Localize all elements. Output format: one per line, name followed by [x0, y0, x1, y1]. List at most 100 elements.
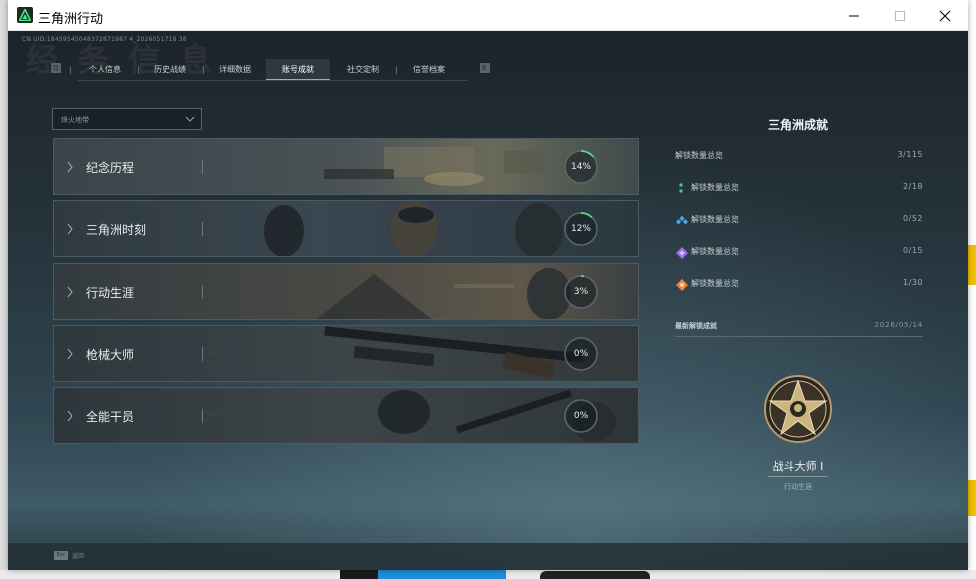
blue-tier-icon [676, 215, 688, 225]
category-background-image [54, 139, 638, 194]
category-faint-text: · · · [210, 225, 220, 232]
uid-text: CN UID:18459545048372871987 4_2026051718… [22, 36, 187, 43]
progress-percent: 12% [570, 224, 591, 234]
panel-title: 三角洲成就 [767, 118, 828, 132]
stat-value: 2/18 [903, 182, 923, 191]
desktop-background-element [540, 571, 650, 579]
stat-label: 解锁数量总览 [691, 183, 739, 192]
medal-category: 行动生涯 [784, 483, 812, 491]
close-button[interactable] [922, 0, 968, 31]
category-faint-text: · · · [210, 350, 220, 357]
chevron-right-icon [67, 286, 73, 298]
stat-label: 解锁数量总览 [675, 151, 723, 160]
stat-value: 0/15 [903, 246, 923, 255]
progress-percent: 3% [573, 287, 589, 297]
achievement-category-card[interactable]: 三角洲时刻 · · · 12% [53, 200, 639, 257]
tab-personal-info[interactable]: 个人信息 [78, 59, 132, 81]
esc-key-badge[interactable]: Esc [54, 551, 68, 560]
title-bar[interactable]: 三角洲行动 [8, 0, 968, 31]
medal-name: 战斗大师 I [772, 460, 824, 473]
category-faint-text: · · · [210, 288, 220, 295]
progress-percent: 0% [573, 349, 589, 359]
back-label[interactable]: 返回 [72, 551, 84, 560]
chevron-right-icon [67, 223, 73, 235]
minimize-icon [849, 15, 859, 17]
stat-label: 解锁数量总览 [691, 215, 739, 224]
category-name: 纪念历程 [86, 161, 135, 175]
purple-tier-icon [676, 247, 688, 259]
green-tier-icon [679, 183, 683, 193]
tab-underline [78, 80, 468, 81]
chevron-right-icon [67, 161, 73, 173]
tab-divider [138, 66, 139, 74]
category-divider [202, 222, 203, 236]
stat-label: 解锁数量总览 [691, 279, 739, 288]
tab-match-history[interactable]: 历史战绩 [144, 59, 196, 81]
category-faint-text: · · · [210, 163, 220, 170]
footer-bar: Esc 返回 [8, 543, 968, 570]
game-area: 经 务 信 息 CN UID:18459545048372871987 4_20… [8, 31, 968, 570]
progress-percent: 0% [573, 411, 589, 421]
stat-value: 3/115 [897, 150, 923, 159]
progress-percent: 14% [570, 162, 591, 172]
tab-credit-record[interactable]: 信誉档案 [402, 59, 456, 81]
category-divider [202, 285, 203, 299]
stat-row-blue: 解锁数量总览 0/52 [675, 212, 923, 230]
stat-row-purple: 解锁数量总览 0/15 [675, 244, 923, 262]
dropdown-value: 烽火地带 [61, 116, 89, 124]
close-icon [939, 10, 951, 22]
desktop-background-element [968, 245, 976, 285]
maximize-icon [895, 11, 905, 21]
desktop-background-element [968, 480, 976, 516]
category-divider [202, 409, 203, 423]
stat-row-total: 解锁数量总览 3/115 [675, 148, 923, 166]
tab-next-button[interactable]: E [480, 63, 490, 73]
tab-social-customization[interactable]: 社交定制 [336, 59, 390, 81]
maximize-button[interactable] [877, 0, 923, 31]
achievement-category-card[interactable]: 纪念历程 · · · 14% [53, 138, 639, 195]
orange-tier-icon [676, 279, 688, 291]
minimize-button[interactable] [831, 0, 877, 31]
q-key-icon: Q [53, 64, 59, 72]
tab-divider [203, 66, 204, 74]
stat-label: 解锁数量总览 [691, 247, 739, 256]
recent-unlock-date: 2026/05/14 [874, 321, 923, 329]
tab-detailed-data[interactable]: 详细数据 [209, 59, 261, 81]
stat-row-orange: 解锁数量总览 1/30 [675, 276, 923, 294]
category-faint-text: · · · [210, 412, 220, 419]
window-title: 三角洲行动 [38, 12, 104, 27]
chevron-right-icon [67, 410, 73, 422]
chevron-right-icon [67, 348, 73, 360]
category-name: 全能干员 [86, 410, 135, 424]
recent-divider [675, 336, 923, 337]
category-name: 三角洲时刻 [86, 223, 147, 237]
recent-unlock-label: 最新解锁成就 [675, 322, 717, 330]
desktop-background-element [340, 570, 378, 579]
stat-value: 0/52 [903, 214, 923, 223]
category-divider [202, 160, 203, 174]
chevron-down-icon [185, 116, 195, 122]
category-divider [202, 347, 203, 361]
category-background-image [54, 264, 638, 319]
stat-row-green: 解锁数量总览 2/18 [675, 180, 923, 198]
tab-divider [70, 66, 71, 74]
stat-value: 1/30 [903, 278, 923, 287]
app-logo-icon [17, 7, 33, 23]
tab-divider [396, 66, 397, 74]
category-background-image [54, 388, 638, 443]
category-background-image [54, 326, 638, 381]
e-key-icon: E [482, 64, 487, 72]
achievement-category-card[interactable]: 全能干员 · · · 0% [53, 387, 639, 444]
tab-account-achievements[interactable]: 账号成就 [266, 59, 330, 81]
recent-unlock-header: 最新解锁成就 2026/05/14 [675, 321, 923, 335]
achievement-category-card[interactable]: 枪械大师 · · · 0% [53, 325, 639, 382]
desktop-background-element [378, 570, 506, 579]
star-medal-icon[interactable] [763, 374, 833, 444]
game-window: 三角洲行动 经 务 信 息 CN UID:1845954504837287198… [8, 0, 968, 570]
medal-divider [768, 476, 828, 477]
achievement-category-card[interactable]: 行动生涯 · · · 3% [53, 263, 639, 320]
category-name: 枪械大师 [86, 348, 135, 362]
mode-filter-dropdown[interactable]: 烽火地带 [52, 108, 202, 130]
category-name: 行动生涯 [86, 286, 135, 300]
tab-prev-button[interactable]: Q [51, 63, 61, 73]
